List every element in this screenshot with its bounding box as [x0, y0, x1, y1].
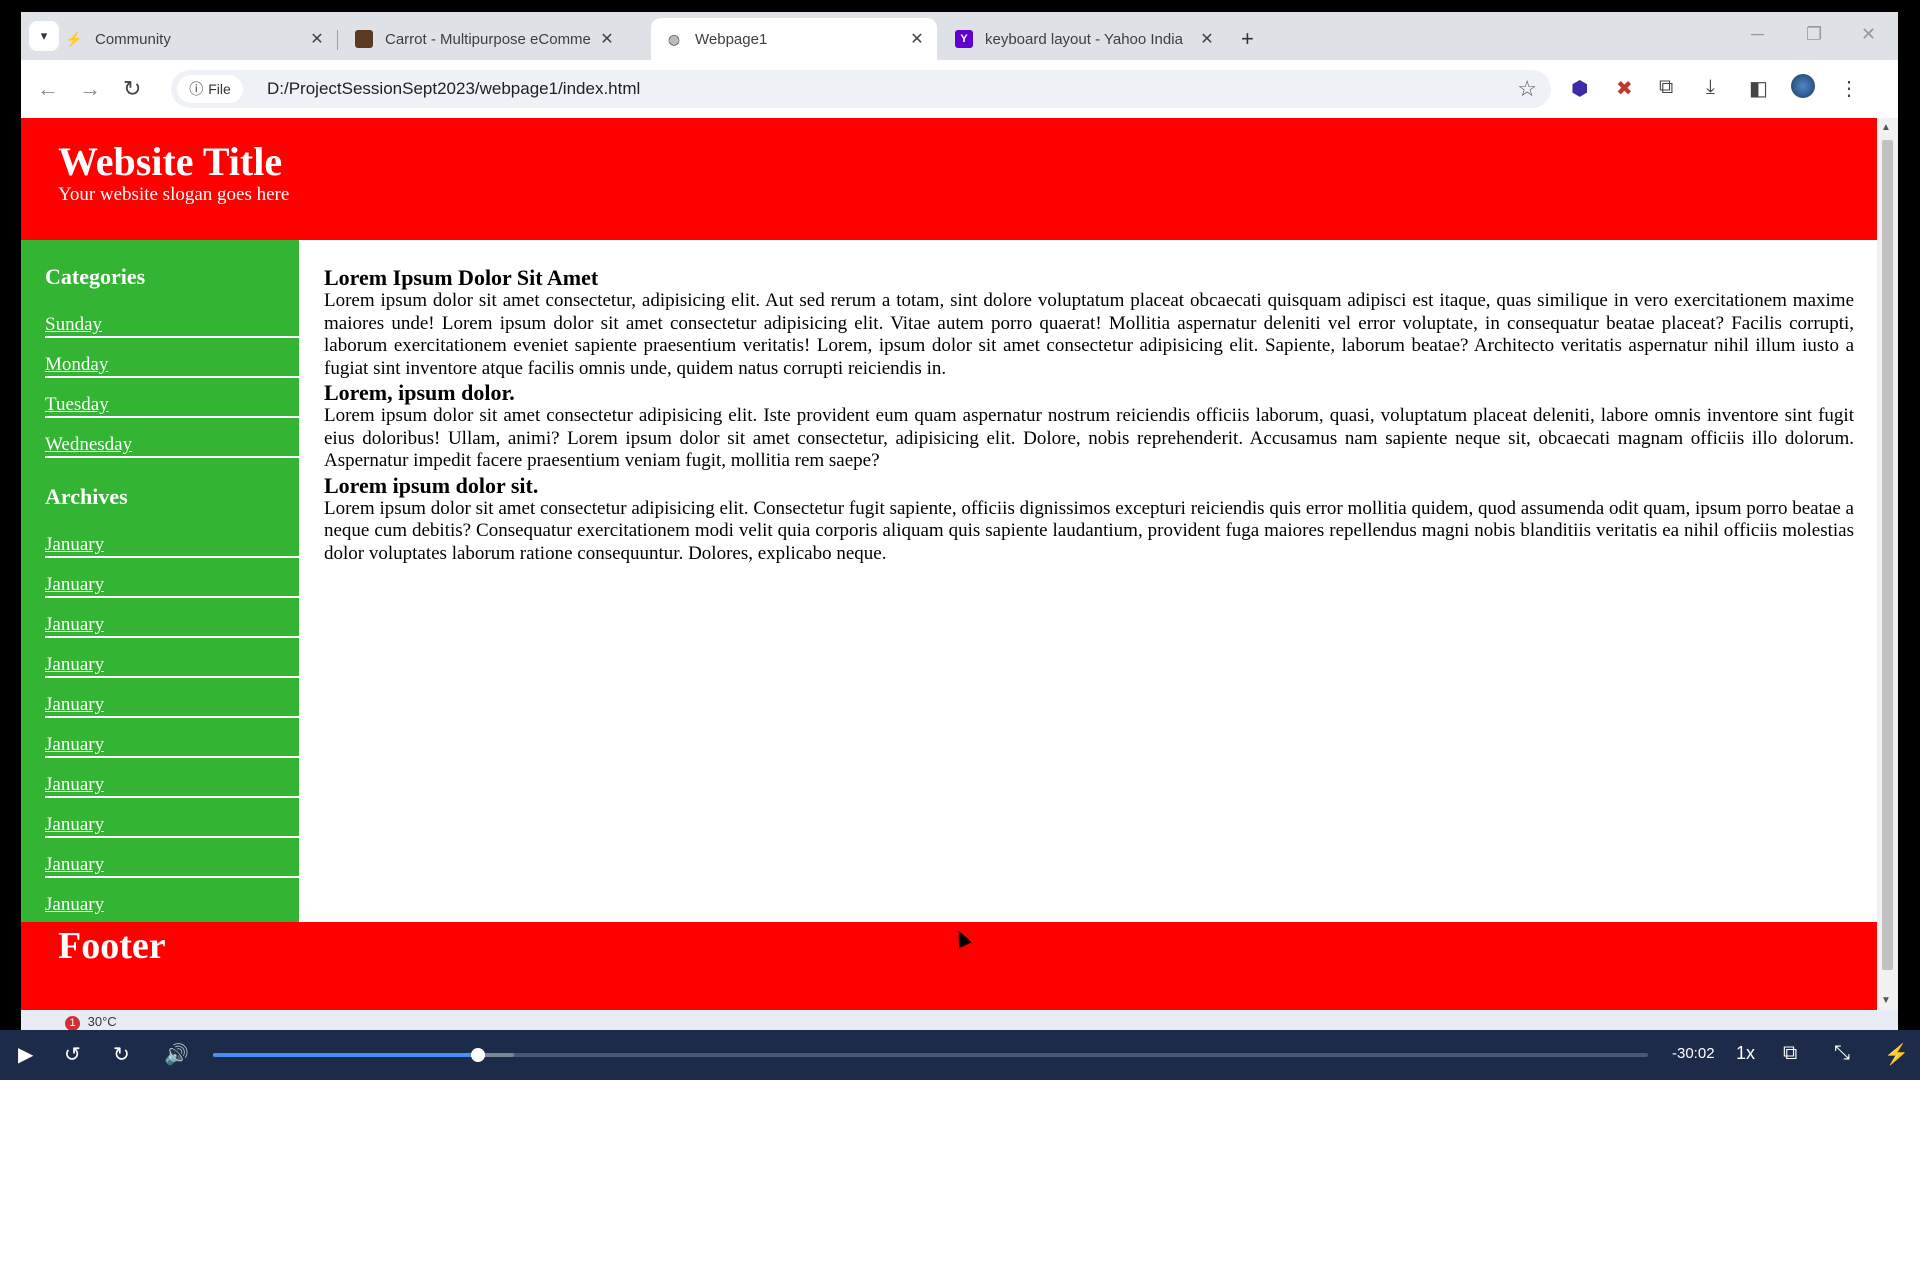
extension-hexagon-icon[interactable]: ⬢: [1571, 76, 1588, 101]
site-header: Website Title Your website slogan goes h…: [21, 118, 1877, 240]
tab-carrot[interactable]: Carrot - Multipurpose eComme ✕: [341, 18, 627, 60]
tab-title: Carrot - Multipurpose eComme: [385, 30, 591, 48]
globe-icon: ◍: [667, 30, 681, 47]
carrot-icon: [355, 30, 373, 48]
tab-title: Community: [95, 30, 171, 48]
tab-community[interactable]: ⚡ Community ✕: [51, 18, 337, 60]
close-icon[interactable]: ✕: [907, 29, 927, 49]
tab-yahoo[interactable]: Y keyboard layout - Yahoo India ✕: [941, 18, 1227, 60]
download-icon[interactable]: ⤓: [1706, 76, 1715, 99]
new-tab-button[interactable]: +: [1241, 26, 1254, 52]
video-frame-top: [0, 0, 1920, 12]
archive-link[interactable]: January: [45, 760, 299, 798]
archive-link[interactable]: January: [45, 800, 299, 838]
side-panel-icon[interactable]: ◧: [1749, 76, 1768, 101]
tab-title: keyboard layout - Yahoo India: [985, 30, 1183, 48]
sidebar: Categories Sunday Monday Tuesday Wednesd…: [21, 240, 299, 922]
bookmark-star-icon[interactable]: ☆: [1517, 76, 1537, 102]
video-frame-left: [0, 0, 21, 1030]
main-content: Lorem Ipsum Dolor Sit Amet Lorem ipsum d…: [324, 266, 1854, 566]
weather-badge: 1: [65, 1016, 80, 1030]
window-close-button[interactable]: ✕: [1861, 24, 1876, 45]
archive-link[interactable]: January: [45, 840, 299, 878]
playback-speed-button[interactable]: 1x: [1736, 1043, 1755, 1064]
yahoo-icon: Y: [955, 30, 973, 48]
chevron-down-icon: ▾: [40, 28, 48, 43]
tab-divider: [337, 30, 338, 50]
archive-link[interactable]: January: [45, 680, 299, 718]
more-menu-icon[interactable]: ⋮: [1839, 76, 1859, 101]
seek-bar[interactable]: [213, 1048, 1648, 1062]
site-title: Website Title: [58, 139, 283, 184]
site-slogan: Your website slogan goes here: [58, 184, 290, 205]
progress-fill: [213, 1053, 479, 1057]
footer-text: Footer: [58, 925, 166, 967]
rewind-icon[interactable]: ↺: [64, 1042, 81, 1067]
category-link-monday[interactable]: Monday: [45, 340, 299, 378]
community-icon: ⚡: [65, 30, 83, 47]
temperature-text: 30°C: [87, 1014, 117, 1029]
info-icon: ⓘ: [189, 81, 204, 97]
archive-link[interactable]: January: [45, 880, 299, 918]
category-link-wednesday[interactable]: Wednesday: [45, 420, 299, 458]
picture-in-picture-icon[interactable]: ⧉: [1783, 1042, 1797, 1065]
plus-icon: +: [1241, 26, 1254, 51]
web-page: Website Title Your website slogan goes h…: [21, 118, 1877, 1010]
exit-fullscreen-icon[interactable]: ⤡: [1834, 1042, 1850, 1065]
extensions-puzzle-icon[interactable]: ⧉: [1659, 76, 1673, 99]
article-heading: Lorem, ipsum dolor.: [324, 380, 515, 405]
minimize-button[interactable]: ─: [1751, 24, 1764, 45]
archive-link[interactable]: January: [45, 720, 299, 758]
weather-widget[interactable]: 1 30°C: [65, 1014, 117, 1030]
url-text: D:/ProjectSessionSept2023/webpage1/index…: [267, 79, 641, 98]
site-info-chip[interactable]: ⓘ File: [177, 75, 243, 103]
site-footer: Footer: [21, 922, 1877, 1010]
browser-toolbar: ← → ↻ ⓘ File D:/ProjectSessionSept2023/w…: [21, 60, 1898, 119]
app-logo-icon: ⚡: [1884, 1044, 1909, 1066]
site-info-label: File: [208, 81, 231, 97]
reload-icon[interactable]: ↻: [123, 76, 141, 102]
video-frame-right: [1898, 0, 1920, 1030]
profile-avatar[interactable]: [1791, 74, 1815, 98]
back-arrow-icon[interactable]: ←: [37, 76, 59, 102]
time-remaining: -30:02: [1672, 1045, 1715, 1062]
scrollbar-thumb[interactable]: [1882, 140, 1893, 970]
scroll-up-icon[interactable]: ▲: [1881, 122, 1891, 133]
play-icon[interactable]: ▶: [18, 1042, 33, 1067]
forward-arrow-icon[interactable]: →: [79, 76, 101, 102]
page-scrollbar[interactable]: ▲ ▼: [1877, 118, 1898, 1010]
close-icon[interactable]: ✕: [597, 29, 617, 49]
archive-link[interactable]: January: [45, 600, 299, 638]
extension-cross-icon[interactable]: ✖: [1616, 76, 1633, 101]
video-player-controls: ▶ ↺ ↻ 🔊 -30:02 1x ⧉ ⤡ ⚡: [0, 1030, 1920, 1080]
archives-heading: Archives: [45, 484, 128, 509]
tab-webpage1[interactable]: ◍ Webpage1 ✕: [651, 18, 937, 60]
seek-handle[interactable]: [471, 1048, 486, 1062]
volume-icon[interactable]: 🔊: [164, 1042, 189, 1067]
article-paragraph: Lorem ipsum dolor sit amet consectetur, …: [324, 290, 1854, 379]
close-icon[interactable]: ✕: [307, 29, 327, 49]
address-bar[interactable]: ⓘ File D:/ProjectSessionSept2023/webpage…: [171, 70, 1551, 108]
restore-button[interactable]: ❐: [1806, 24, 1822, 45]
category-link-tuesday[interactable]: Tuesday: [45, 380, 299, 418]
article-heading: Lorem ipsum dolor sit.: [324, 472, 539, 498]
os-taskbar: 1 30°C: [21, 1010, 1898, 1030]
article-paragraph: Lorem ipsum dolor sit amet consectetur a…: [324, 405, 1854, 471]
tab-title: Webpage1: [695, 30, 768, 48]
archive-link[interactable]: January: [45, 560, 299, 598]
browser-tabstrip: ▾ ⚡ Community ✕ Carrot - Multipurpose eC…: [21, 12, 1898, 60]
categories-heading: Categories: [45, 264, 146, 289]
scroll-down-icon[interactable]: ▼: [1881, 995, 1891, 1006]
category-link-sunday[interactable]: Sunday: [45, 300, 299, 338]
archive-link[interactable]: January: [45, 520, 299, 558]
article-heading: Lorem Ipsum Dolor Sit Amet: [324, 265, 599, 290]
article-paragraph: Lorem ipsum dolor sit amet consectetur a…: [324, 497, 1854, 564]
close-icon[interactable]: ✕: [1197, 29, 1217, 49]
archive-link[interactable]: January: [45, 640, 299, 678]
forward-icon[interactable]: ↻: [113, 1042, 130, 1067]
